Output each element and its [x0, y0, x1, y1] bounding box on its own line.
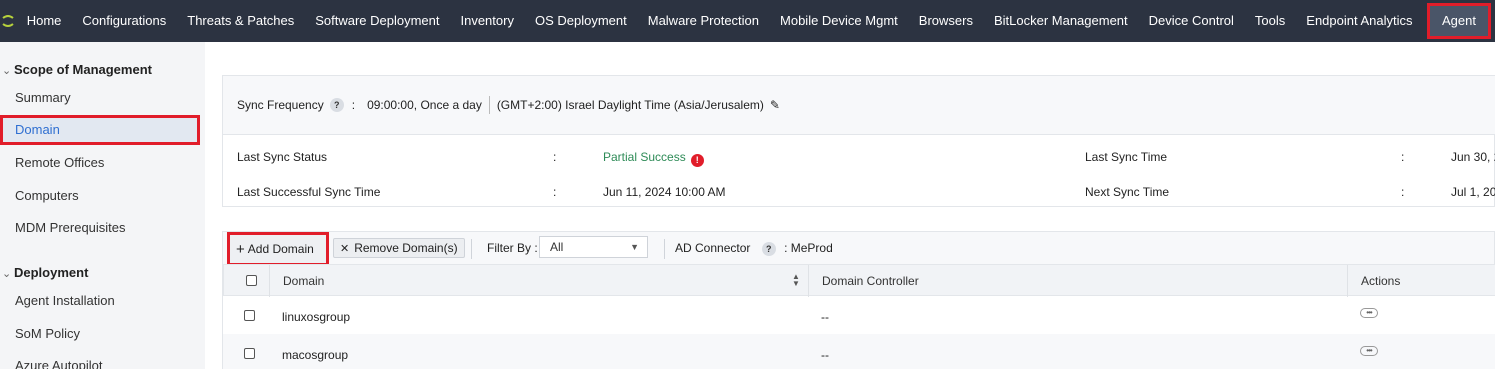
nav-browsers[interactable]: Browsers	[908, 0, 983, 42]
sync-timezone: (GMT+2:00) Israel Daylight Time (Asia/Je…	[496, 98, 764, 112]
last-successful-sync-value: Jun 11, 2024 10:00 AM	[603, 185, 726, 199]
help-icon[interactable]: ?	[761, 242, 776, 256]
column-header-domain[interactable]: Domain	[283, 274, 324, 288]
sidebar-item-mdm-prerequisites[interactable]: MDM Prerequisites	[15, 220, 126, 235]
divider	[471, 239, 472, 259]
chevron-down-icon: ⌄	[2, 268, 12, 280]
sidebar-item-summary[interactable]: Summary	[15, 90, 71, 105]
top-navigation: Home Configurations Threats & Patches So…	[0, 0, 1495, 42]
row-domain-controller: --	[821, 348, 829, 362]
sync-frequency-label: Sync Frequency	[237, 98, 324, 112]
nav-device-control[interactable]: Device Control	[1138, 0, 1244, 42]
filter-by-label: Filter By :	[487, 241, 538, 255]
nav-home[interactable]: Home	[16, 0, 72, 42]
select-all-checkbox[interactable]	[246, 275, 257, 286]
sidebar-group-scope[interactable]: ⌄ Scope of Management	[0, 62, 152, 77]
divider	[488, 96, 490, 114]
sidebar-item-remote-offices[interactable]: Remote Offices	[15, 155, 104, 170]
domain-toolbar: + Add Domain ✕ Remove Domain(s) Filter B…	[222, 231, 1495, 266]
last-sync-time-label: Last Sync Time	[1085, 150, 1168, 164]
remove-domains-label: Remove Domain(s)	[354, 241, 458, 255]
sidebar-item-agent-installation[interactable]: Agent Installation	[15, 293, 115, 308]
sidebar-group-deployment[interactable]: ⌄ Deployment	[0, 265, 88, 280]
partial-success-text: Partial Success	[603, 150, 686, 164]
sync-row-status: Last Sync Status : Partial Success! Last…	[223, 140, 1495, 175]
sync-frequency-bar: Sync Frequency ? : 09:00:00, Once a day …	[223, 76, 1495, 135]
main-content: Sync Frequency ? : 09:00:00, Once a day …	[205, 42, 1495, 369]
column-divider	[1347, 265, 1348, 297]
sidebar-item-domain[interactable]: Domain	[0, 115, 200, 145]
add-domain-label: Add Domain	[247, 242, 314, 256]
ad-connector-value: : MeProd	[784, 241, 833, 255]
app-logo-icon[interactable]	[0, 0, 16, 42]
table-row[interactable]: linuxosgroup -- •••	[223, 296, 1495, 334]
filter-selected-value: All	[550, 240, 564, 254]
remove-domains-button[interactable]: ✕ Remove Domain(s)	[333, 238, 465, 258]
sidebar: ⌄ Scope of Management Summary Domain Remo…	[0, 42, 205, 369]
nav-configurations[interactable]: Configurations	[72, 0, 177, 42]
sidebar-group-label: Scope of Management	[14, 62, 152, 77]
row-domain: macosgroup	[282, 348, 349, 362]
last-successful-sync-label: Last Successful Sync Time	[237, 185, 381, 199]
chevron-down-icon: ⌄	[2, 65, 12, 77]
last-sync-status-value: Partial Success!	[603, 150, 704, 167]
nav-threats-patches[interactable]: Threats & Patches	[177, 0, 305, 42]
divider	[664, 239, 665, 259]
sidebar-item-som-policy[interactable]: SoM Policy	[15, 326, 80, 341]
nav-inventory[interactable]: Inventory	[450, 0, 524, 42]
row-domain: linuxosgroup	[282, 310, 351, 324]
more-actions-icon[interactable]: •••	[1360, 308, 1378, 318]
nav-malware-protection[interactable]: Malware Protection	[637, 0, 769, 42]
sync-panel: Sync Frequency ? : 09:00:00, Once a day …	[222, 75, 1495, 207]
nav-endpoint-analytics[interactable]: Endpoint Analytics	[1296, 0, 1423, 42]
domain-table: Domain ▲ ▼ Domain Controller Actions linu…	[222, 264, 1495, 369]
column-divider	[808, 265, 809, 297]
table-header: Domain ▲ ▼ Domain Controller Actions	[223, 264, 1495, 297]
row-domain-controller: --	[821, 310, 829, 324]
sort-icon[interactable]: ▲ ▼	[792, 273, 800, 288]
caret-down-icon: ▼	[630, 242, 639, 252]
last-sync-status-label: Last Sync Status	[237, 150, 328, 164]
row-checkbox[interactable]	[244, 348, 255, 359]
nav-software-deployment[interactable]: Software Deployment	[305, 0, 450, 42]
error-icon[interactable]: !	[690, 153, 704, 167]
ad-connector-label: AD Connector	[675, 241, 751, 255]
column-header-domain-controller: Domain Controller	[822, 274, 919, 288]
ad-connector: AD Connector ? : MeProd	[675, 241, 833, 256]
colon: :	[553, 185, 557, 199]
help-icon[interactable]: ?	[329, 98, 344, 112]
more-actions-icon[interactable]: •••	[1360, 346, 1378, 356]
nav-items: Home Configurations Threats & Patches So…	[16, 0, 1495, 42]
nav-mobile-device-mgmt[interactable]: Mobile Device Mgmt	[770, 0, 909, 42]
plus-icon: +	[236, 240, 245, 258]
colon: :	[351, 98, 356, 112]
colon: :	[553, 150, 557, 164]
colon: :	[1401, 185, 1405, 199]
nav-agent[interactable]: Agent	[1427, 3, 1491, 39]
sidebar-item-computers[interactable]: Computers	[15, 188, 79, 203]
add-domain-button[interactable]: + Add Domain	[227, 232, 329, 266]
close-icon: ✕	[340, 242, 350, 255]
nav-bitlocker-management[interactable]: BitLocker Management	[983, 0, 1138, 42]
edit-pencil-icon[interactable]: ✎	[770, 98, 780, 112]
sidebar-group-label: Deployment	[14, 265, 89, 280]
column-header-actions: Actions	[1361, 274, 1401, 288]
table-row[interactable]: macosgroup -- •••	[223, 334, 1495, 369]
nav-tools[interactable]: Tools	[1244, 0, 1295, 42]
colon: :	[1401, 150, 1405, 164]
sync-row-success: Last Successful Sync Time : Jun 11, 2024…	[223, 175, 1495, 210]
row-checkbox[interactable]	[244, 310, 255, 321]
next-sync-time-label: Next Sync Time	[1085, 185, 1170, 199]
last-sync-time-value: Jun 30, 2	[1451, 150, 1495, 164]
sidebar-item-azure-autopilot[interactable]: Azure Autopilot	[15, 358, 102, 369]
next-sync-time-value: Jul 1, 202	[1451, 185, 1495, 199]
sync-frequency-value: 09:00:00, Once a day	[367, 98, 482, 112]
filter-select[interactable]: All ▼	[539, 236, 648, 258]
column-divider	[269, 265, 270, 297]
nav-os-deployment[interactable]: OS Deployment	[524, 0, 637, 42]
